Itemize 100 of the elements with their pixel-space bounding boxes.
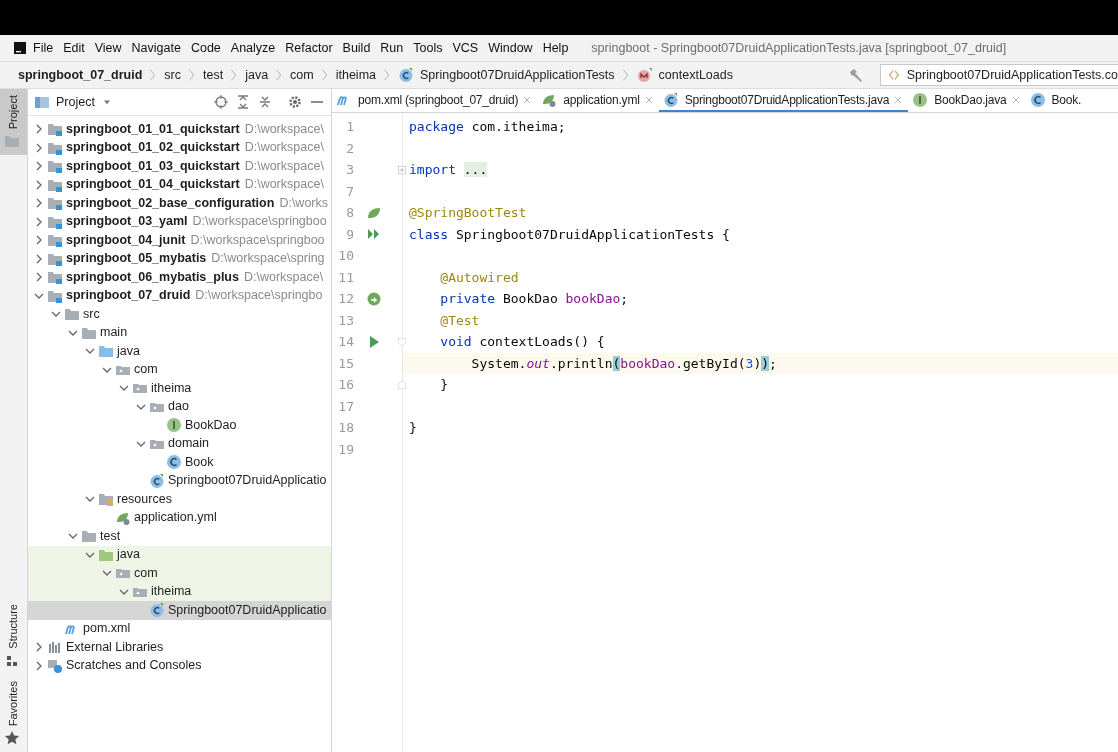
menu-item[interactable]: Analyze bbox=[225, 38, 281, 58]
line-number: 1 bbox=[345, 118, 354, 136]
breadcrumb-item[interactable]: com bbox=[290, 65, 314, 85]
editor-tab[interactable]: BookDao.java bbox=[908, 89, 1026, 112]
tool-window-tab[interactable]: Project bbox=[0, 89, 27, 156]
item-label: Springboot07DruidApplicatio bbox=[168, 472, 327, 490]
tree-item[interactable]: springboot_06_mybatis_plus D:\workspace\ bbox=[28, 268, 331, 287]
line-number: 7 bbox=[345, 182, 354, 201]
tree-item[interactable]: test bbox=[28, 527, 331, 546]
tree-item[interactable]: src bbox=[28, 305, 331, 324]
breadcrumb-item[interactable]: contextLoads bbox=[658, 65, 733, 85]
class-icon bbox=[1029, 91, 1046, 108]
tree-item[interactable]: springboot_01_01_quickstart D:\workspace\ bbox=[28, 120, 331, 139]
breadcrumb-item[interactable]: test bbox=[203, 65, 224, 85]
scratch-icon bbox=[47, 657, 63, 674]
menu-item[interactable]: View bbox=[89, 38, 127, 58]
tree-item[interactable]: Springboot07DruidApplicatio bbox=[28, 471, 331, 490]
tree-item[interactable]: domain bbox=[28, 434, 331, 453]
app-logo-icon bbox=[12, 40, 28, 56]
item-path: D:\workspace\ bbox=[244, 176, 324, 194]
tool-window-tab[interactable]: Structure bbox=[0, 598, 27, 675]
line-number: 14 bbox=[337, 333, 354, 351]
menu-item[interactable]: Navigate bbox=[126, 38, 186, 58]
tree-item[interactable]: springboot_05_mybatis D:\workspace\spring bbox=[28, 249, 331, 268]
menu-item[interactable]: Tools bbox=[408, 38, 448, 58]
item-label: springboot_01_03_quickstart bbox=[66, 157, 240, 175]
code-line: private BookDao bookDao; bbox=[439, 290, 629, 308]
collapse-all-icon[interactable] bbox=[257, 94, 273, 110]
panel-title[interactable]: Project bbox=[56, 92, 95, 112]
item-label: itheima bbox=[151, 379, 192, 397]
line-number: 18 bbox=[337, 419, 354, 437]
editor-tab[interactable]: pom.xml (springboot_07_druid) bbox=[332, 89, 538, 112]
tree-item[interactable]: resources bbox=[28, 490, 331, 509]
line-number: 11 bbox=[337, 268, 354, 287]
editor-tab[interactable]: application.yml bbox=[537, 89, 659, 112]
tree-item[interactable]: springboot_07_druid D:\workspace\springbo bbox=[28, 286, 331, 305]
expand-all-icon[interactable] bbox=[235, 94, 251, 110]
code-line: @Test bbox=[439, 311, 480, 330]
menu-item[interactable]: Refactor bbox=[280, 38, 338, 58]
tree-item[interactable]: springboot_01_02_quickstart D:\workspace\ bbox=[28, 138, 331, 157]
locate-icon[interactable] bbox=[213, 94, 229, 110]
breadcrumb-item[interactable]: src bbox=[164, 65, 181, 85]
folder-icon bbox=[47, 232, 63, 249]
line-number: 19 bbox=[337, 440, 354, 459]
tree-item[interactable]: com bbox=[28, 564, 331, 583]
item-path: D:\works bbox=[279, 194, 328, 212]
tree-item[interactable]: Scratches and Consoles bbox=[28, 656, 331, 675]
code-line: void contextLoads() { bbox=[439, 333, 605, 351]
line-number: 15 bbox=[337, 354, 354, 373]
menu-item[interactable]: Help bbox=[537, 38, 574, 58]
tree-item[interactable]: BookDao bbox=[28, 416, 331, 435]
folder-icon bbox=[47, 158, 63, 175]
tree-item[interactable]: springboot_01_04_quickstart D:\workspace\ bbox=[28, 175, 331, 194]
editor-tab[interactable]: Book. bbox=[1025, 89, 1086, 112]
tree-item[interactable]: springboot_03_yaml D:\workspace\springboo bbox=[28, 212, 331, 231]
tree-item[interactable]: application.yml bbox=[28, 508, 331, 527]
menu-item[interactable]: VCS bbox=[447, 38, 484, 58]
settings-icon[interactable] bbox=[287, 94, 303, 110]
tree-item[interactable]: Springboot07DruidApplicatio bbox=[28, 601, 331, 620]
breadcrumb-item[interactable]: springboot_07_druid bbox=[18, 65, 143, 85]
tree-item[interactable]: itheima bbox=[28, 379, 331, 398]
item-label: com bbox=[134, 564, 158, 582]
run-configuration-dropdown[interactable]: Springboot07DruidApplicationTests.co bbox=[879, 64, 1118, 86]
line-number: 12 bbox=[337, 290, 354, 308]
tree-item[interactable]: springboot_01_03_quickstart D:\workspace\ bbox=[28, 157, 331, 176]
item-label: java bbox=[117, 342, 140, 360]
line-number: 13 bbox=[337, 311, 354, 330]
item-path: D:\workspace\ bbox=[243, 268, 324, 286]
tree-item[interactable]: Book bbox=[28, 453, 331, 472]
breadcrumb-item[interactable]: Springboot07DruidApplicationTests bbox=[420, 65, 615, 85]
tree-item[interactable]: com bbox=[28, 360, 331, 379]
star-icon bbox=[4, 730, 20, 746]
menu-item[interactable]: File bbox=[28, 38, 59, 58]
menu-item[interactable]: Edit bbox=[58, 38, 90, 58]
menu-item[interactable]: Run bbox=[375, 38, 409, 58]
breadcrumb-item[interactable]: java bbox=[245, 65, 269, 85]
code-line: } bbox=[409, 419, 417, 437]
folder-icon bbox=[47, 195, 63, 212]
tree-item[interactable]: External Libraries bbox=[28, 638, 331, 657]
tree-item[interactable]: springboot_02_base_configuration D:\works bbox=[28, 194, 331, 213]
item-label: springboot_02_base_configuration bbox=[66, 194, 275, 212]
tool-window-tab[interactable]: Favorites bbox=[0, 674, 27, 752]
folder-icon bbox=[47, 269, 63, 286]
menu-item[interactable]: Code bbox=[185, 38, 226, 58]
menu-item[interactable]: Build bbox=[337, 38, 376, 58]
item-label: BookDao bbox=[185, 416, 237, 434]
code-line: @Autowired bbox=[439, 268, 519, 287]
menu-item[interactable]: Window bbox=[483, 38, 538, 58]
code-line: } bbox=[439, 376, 449, 394]
tree-item[interactable]: java bbox=[28, 545, 331, 564]
class-icon bbox=[398, 67, 414, 83]
item-path: D:\workspace\spring bbox=[211, 250, 325, 268]
tree-item[interactable]: pom.xml bbox=[28, 619, 331, 638]
line-number: 17 bbox=[337, 397, 354, 416]
breadcrumb-item[interactable]: itheima bbox=[335, 65, 376, 85]
tree-item[interactable]: java bbox=[28, 342, 331, 361]
tree-item[interactable]: main bbox=[28, 323, 331, 342]
tree-item[interactable]: dao bbox=[28, 397, 331, 416]
bean-icon[interactable] bbox=[366, 290, 382, 307]
tree-item[interactable]: springboot_04_junit D:\workspace\springboo bbox=[28, 231, 331, 250]
